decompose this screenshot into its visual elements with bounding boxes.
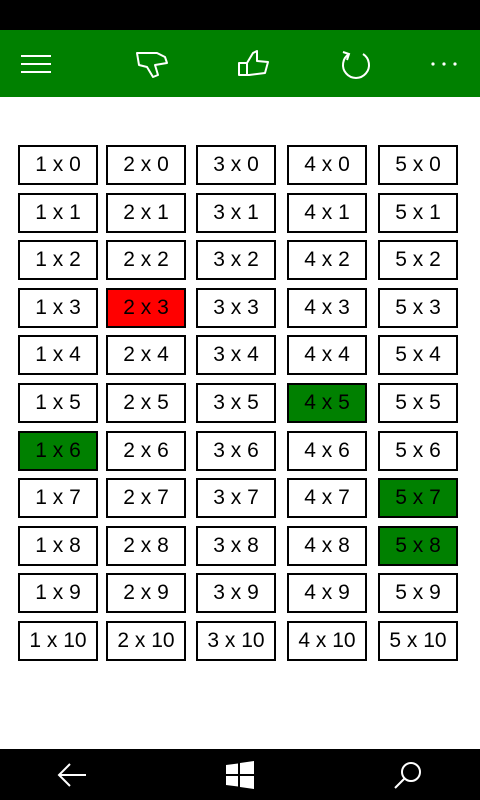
grid-cell[interactable]: 1 x 7 bbox=[18, 478, 98, 518]
multiplication-grid: 1 x 0 1 x 1 1 x 2 1 x 3 1 x 4 1 x 5 1 x 6 1 x 7… bbox=[0, 0, 480, 800]
grid-cell[interactable]: 1 x 0 bbox=[18, 145, 98, 185]
grid-cell[interactable]: 4 x 5 bbox=[287, 383, 367, 423]
grid-cell[interactable]: 4 x 1 bbox=[287, 193, 367, 233]
grid-cell[interactable]: 3 x 0 bbox=[196, 145, 276, 185]
grid-cell[interactable]: 3 x 2 bbox=[196, 240, 276, 280]
grid-cell[interactable]: 4 x 4 bbox=[287, 335, 367, 375]
grid-cell[interactable]: 4 x 7 bbox=[287, 478, 367, 518]
grid-cell[interactable]: 3 x 9 bbox=[196, 573, 276, 613]
windows-start-icon bbox=[226, 760, 254, 789]
grid-cell[interactable]: 5 x 2 bbox=[378, 240, 458, 280]
grid-cell[interactable]: 1 x 1 bbox=[18, 193, 98, 233]
grid-cell[interactable]: 3 x 8 bbox=[196, 526, 276, 566]
search-button[interactable] bbox=[373, 749, 443, 800]
grid-cell[interactable]: 2 x 8 bbox=[106, 526, 186, 566]
grid-cell[interactable]: 1 x 3 bbox=[18, 288, 98, 328]
grid-cell[interactable]: 1 x 8 bbox=[18, 526, 98, 566]
grid-cell[interactable]: 5 x 6 bbox=[378, 431, 458, 471]
grid-cell[interactable]: 4 x 2 bbox=[287, 240, 367, 280]
grid-cell[interactable]: 2 x 3 bbox=[106, 288, 186, 328]
back-arrow-icon bbox=[57, 762, 86, 787]
grid-cell[interactable]: 1 x 10 bbox=[18, 621, 98, 661]
grid-cell[interactable]: 2 x 10 bbox=[106, 621, 186, 661]
grid-cell[interactable]: 2 x 5 bbox=[106, 383, 186, 423]
grid-cell[interactable]: 5 x 5 bbox=[378, 383, 458, 423]
grid-cell[interactable]: 2 x 9 bbox=[106, 573, 186, 613]
grid-cell[interactable]: 2 x 6 bbox=[106, 431, 186, 471]
search-icon bbox=[394, 761, 421, 789]
grid-cell[interactable]: 5 x 8 bbox=[378, 526, 458, 566]
grid-cell[interactable]: 2 x 1 bbox=[106, 193, 186, 233]
grid-cell[interactable]: 2 x 0 bbox=[106, 145, 186, 185]
grid-cell[interactable]: 5 x 3 bbox=[378, 288, 458, 328]
grid-cell[interactable]: 5 x 7 bbox=[378, 478, 458, 518]
grid-cell[interactable]: 4 x 10 bbox=[287, 621, 367, 661]
grid-cell[interactable]: 5 x 10 bbox=[378, 621, 458, 661]
start-button[interactable] bbox=[205, 749, 275, 800]
grid-cell[interactable]: 3 x 10 bbox=[196, 621, 276, 661]
grid-cell[interactable]: 3 x 1 bbox=[196, 193, 276, 233]
grid-cell[interactable]: 2 x 4 bbox=[106, 335, 186, 375]
grid-cell[interactable]: 3 x 5 bbox=[196, 383, 276, 423]
grid-cell[interactable]: 3 x 6 bbox=[196, 431, 276, 471]
grid-cell[interactable]: 1 x 4 bbox=[18, 335, 98, 375]
grid-cell[interactable]: 5 x 1 bbox=[378, 193, 458, 233]
grid-cell[interactable]: 5 x 0 bbox=[378, 145, 458, 185]
grid-cell[interactable]: 4 x 0 bbox=[287, 145, 367, 185]
grid-cell[interactable]: 1 x 9 bbox=[18, 573, 98, 613]
system-nav-bar bbox=[0, 749, 480, 800]
grid-cell[interactable]: 4 x 9 bbox=[287, 573, 367, 613]
back-button[interactable] bbox=[37, 749, 107, 800]
grid-cell[interactable]: 2 x 7 bbox=[106, 478, 186, 518]
grid-cell[interactable]: 3 x 4 bbox=[196, 335, 276, 375]
grid-cell[interactable]: 5 x 9 bbox=[378, 573, 458, 613]
grid-cell[interactable]: 3 x 3 bbox=[196, 288, 276, 328]
grid-cell[interactable]: 2 x 2 bbox=[106, 240, 186, 280]
grid-cell[interactable]: 4 x 8 bbox=[287, 526, 367, 566]
grid-cell[interactable]: 4 x 6 bbox=[287, 431, 367, 471]
grid-cell[interactable]: 5 x 4 bbox=[378, 335, 458, 375]
grid-cell[interactable]: 3 x 7 bbox=[196, 478, 276, 518]
grid-cell[interactable]: 1 x 5 bbox=[18, 383, 98, 423]
grid-cell[interactable]: 4 x 3 bbox=[287, 288, 367, 328]
grid-cell[interactable]: 1 x 6 bbox=[18, 431, 98, 471]
grid-cell[interactable]: 1 x 2 bbox=[18, 240, 98, 280]
